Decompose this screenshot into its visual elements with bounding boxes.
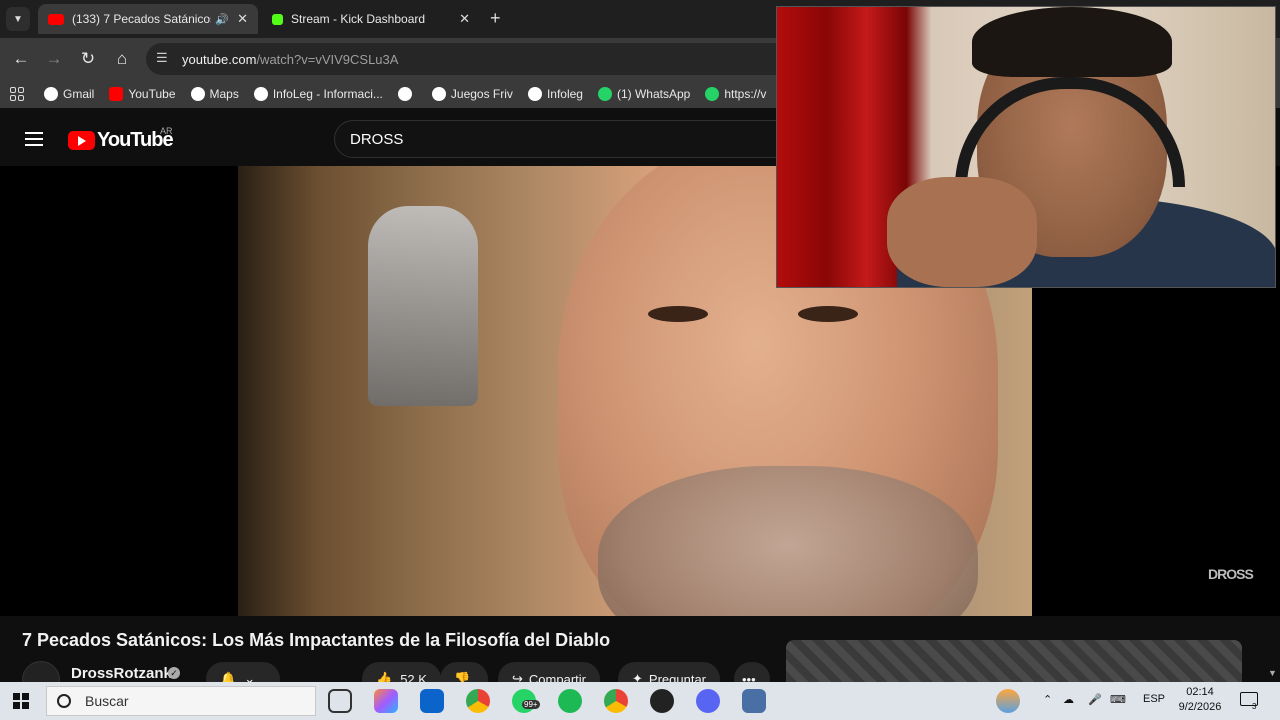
whatsapp-icon — [705, 87, 720, 101]
channel-name[interactable]: DrossRotzank — [71, 665, 172, 682]
clock[interactable]: 02:14 9/2/2026 — [1177, 685, 1223, 715]
hamburger-menu-icon[interactable] — [25, 132, 43, 150]
bookmark-https[interactable]: https://v — [705, 87, 766, 101]
globe-icon — [431, 87, 446, 101]
video-info: 7 Pecados Satánicos: Los Más Impactantes… — [0, 616, 1280, 699]
copilot-icon[interactable] — [374, 689, 398, 713]
globe-icon — [253, 87, 268, 101]
back-arrow-icon[interactable]: ← — [10, 48, 32, 70]
scroll-down-icon[interactable]: ▼ — [1268, 668, 1277, 678]
forward-arrow-icon[interactable]: → — [43, 48, 65, 70]
tab-search-chevron-icon[interactable]: ▼ — [6, 7, 30, 31]
url-path: /watch?v=vVIV9CSLu3A — [256, 51, 399, 67]
globe-icon — [397, 87, 412, 101]
spotify-icon[interactable] — [558, 689, 582, 713]
youtube-play-icon — [68, 131, 95, 150]
outlook-icon[interactable] — [420, 689, 444, 713]
globe-icon — [44, 87, 58, 101]
bookmark-juegos-friv[interactable]: Juegos Friv — [431, 87, 513, 101]
country-code: AR — [160, 126, 173, 136]
globe-icon — [527, 87, 542, 101]
channel-watermark: DROSS — [1208, 566, 1254, 582]
taskbar-search-input[interactable]: Buscar — [46, 686, 316, 716]
whatsapp-badge: 99+ — [522, 700, 540, 709]
bookmark-label: Infoleg — [546, 87, 583, 101]
tab-youtube[interactable]: (133) 7 Pecados Satánicos: L 🔊 ✕ — [38, 4, 258, 34]
chevron-up-icon[interactable]: ⌃ — [1043, 693, 1052, 706]
tab-kick[interactable]: Stream - Kick Dashboard ✕ — [262, 4, 480, 34]
windows-start-icon[interactable] — [13, 693, 29, 709]
bookmark-youtube[interactable]: YouTube — [109, 87, 176, 101]
task-view-icon[interactable] — [328, 689, 352, 713]
bookmark-label: (1) WhatsApp — [616, 87, 691, 101]
globe-icon — [190, 87, 205, 101]
hair-image — [972, 7, 1172, 77]
video-title: 7 Pecados Satánicos: Los Más Impactantes… — [22, 630, 611, 650]
url-host: youtube.com — [182, 51, 257, 67]
bookmark-infoleg-informacion[interactable]: InfoLeg - Informaci... — [253, 87, 383, 101]
chrome-profile-icon[interactable] — [604, 689, 628, 713]
language-indicator[interactable]: ESP — [1143, 693, 1165, 705]
bookmark-label: Juegos Friv — [450, 87, 513, 101]
notification-count: 3 — [1252, 702, 1257, 711]
recommended-thumbnail[interactable] — [786, 640, 1242, 682]
bookmark-label: Maps — [209, 87, 239, 101]
eye-image — [798, 306, 858, 322]
clock-time: 02:14 — [1186, 686, 1214, 698]
site-settings-icon[interactable]: ☰ — [156, 50, 174, 68]
home-icon[interactable]: ⌂ — [111, 48, 133, 70]
close-tab-icon[interactable]: ✕ — [459, 11, 470, 27]
bookmark-label: InfoLeg - Informaci... — [272, 87, 383, 101]
new-tab-button[interactable]: + — [490, 9, 501, 27]
youtube-favicon-icon — [48, 13, 64, 25]
app-icon[interactable] — [742, 689, 766, 713]
bookmark-whatsapp[interactable]: (1) WhatsApp — [597, 87, 691, 101]
weather-icon[interactable] — [996, 689, 1020, 713]
whatsapp-icon — [597, 87, 612, 101]
network-icon[interactable]: ☁ — [1063, 693, 1074, 706]
clock-date: 9/2/2026 — [1178, 701, 1222, 713]
apps-grid-icon[interactable] — [10, 87, 24, 101]
bookmark-gmail[interactable]: Gmail — [44, 87, 94, 101]
speaker-icon[interactable]: 🔊 — [215, 13, 229, 26]
eye-image — [648, 306, 708, 322]
youtube-icon — [109, 87, 124, 101]
hand-image — [887, 177, 1037, 287]
verified-icon: ✓ — [168, 667, 180, 679]
bookmark-maps[interactable]: Maps — [190, 87, 239, 101]
bookmark-infoleg[interactable]: Infoleg — [527, 87, 583, 101]
obs-icon[interactable] — [650, 689, 674, 713]
beard-image — [598, 466, 978, 616]
bookmark-label: YouTube — [128, 87, 176, 101]
microphone-icon[interactable]: 🎤 — [1088, 693, 1102, 706]
bookmark-unnamed[interactable] — [397, 87, 417, 101]
tab-title: Stream - Kick Dashboard — [291, 12, 426, 26]
search-icon — [57, 694, 71, 708]
discord-icon[interactable] — [696, 689, 720, 713]
bookmark-label: Gmail — [63, 87, 95, 101]
close-tab-icon[interactable]: ✕ — [237, 11, 248, 27]
chrome-icon[interactable] — [466, 689, 490, 713]
keyboard-icon[interactable]: ⌨ — [1110, 693, 1126, 706]
search-input[interactable]: DROSS — [334, 120, 794, 158]
microphone-image — [368, 206, 478, 406]
bookmark-label: https://v — [724, 87, 767, 101]
tab-title: (133) 7 Pecados Satánicos: L — [72, 12, 211, 26]
taskbar-search-placeholder: Buscar — [85, 693, 129, 709]
windows-taskbar: Buscar 99+ ⌃ ☁ 🎤 ⌨ ESP 02:14 9/2/2026 3 — [0, 682, 1280, 720]
reload-icon[interactable]: ↻ — [77, 48, 99, 70]
search-query: DROSS — [350, 130, 404, 148]
kick-favicon-icon — [272, 13, 283, 25]
address-bar[interactable]: ☰ youtube.com/watch?v=vVIV9CSLu3A — [146, 43, 846, 75]
youtube-logo[interactable]: YouTube — [68, 129, 174, 152]
webcam-overlay — [776, 6, 1276, 288]
